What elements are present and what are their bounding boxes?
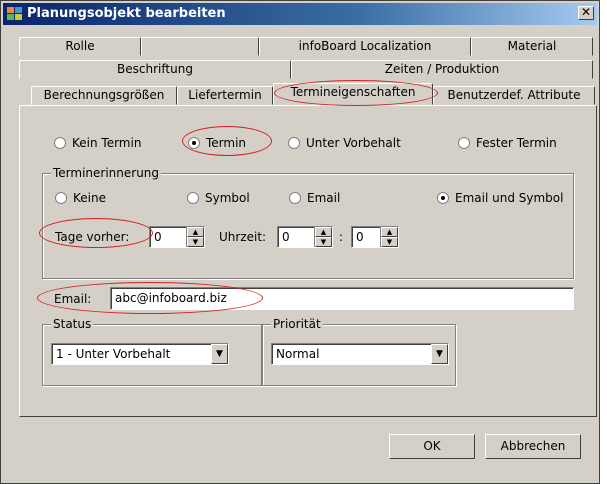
radio-label: Symbol [205,191,250,205]
spin-down-icon[interactable]: ▼ [315,237,332,247]
tab-rolle[interactable]: Rolle [19,37,141,56]
ok-button[interactable]: OK [389,434,475,459]
terminerinnerung-legend: Terminerinnerung [51,166,162,180]
tage-vorher-label: Tage vorher: [55,230,130,244]
minute-value: 0 [356,230,364,244]
time-colon: : [339,230,344,244]
hour-value: 0 [282,230,290,244]
email-field[interactable]: abc@infoboard.biz [110,287,574,310]
spin-up-icon[interactable]: ▲ [381,227,398,237]
tab-benutzerdef-attribute[interactable]: Benutzerdef. Attribute [433,86,595,105]
tab-infoboard-localization[interactable]: infoBoard Localization [259,37,471,56]
radio-dot-selected [437,192,449,204]
prioritaet-value: Normal [276,347,320,361]
prioritaet-select[interactable]: Normal ▼ [271,343,449,365]
radio-fester-termin[interactable]: Fester Termin [458,136,557,150]
terminerinnerung-group: Terminerinnerung Keine Symbol Email Emai… [42,166,574,279]
radio-keine[interactable]: Keine [55,191,106,205]
radio-dot-selected [188,137,200,149]
radio-label: Fester Termin [476,136,557,150]
radio-label: Kein Termin [72,136,142,150]
tab-panel: Kein Termin Termin Unter Vorbehalt Feste… [19,105,597,417]
radio-dot [458,137,470,149]
close-button[interactable]: ✕ [578,6,594,20]
app-icon [7,7,23,21]
title-bar[interactable]: Planungsobjekt bearbeiten ✕ [3,3,597,25]
dialog-window: Planungsobjekt bearbeiten ✕ Rolle infoBo… [0,0,600,484]
status-group: Status 1 - Unter Vorbehalt ▼ [42,317,262,386]
radio-dot [187,192,199,204]
tab-beschriftung[interactable]: Beschriftung [19,60,291,79]
status-value: 1 - Unter Vorbehalt [56,347,171,361]
window-title: Planungsobjekt bearbeiten [27,6,226,21]
tab-material[interactable]: Material [471,37,593,56]
radio-unter-vorbehalt[interactable]: Unter Vorbehalt [288,136,401,150]
radio-label: Email [307,191,341,205]
spin-up-icon[interactable]: ▲ [315,227,332,237]
tab-liefertermin[interactable]: Liefertermin [177,86,273,105]
radio-label: Email und Symbol [455,191,564,205]
minute-spinner[interactable]: ▲ ▼ [380,227,398,247]
tab-termineigenschaften[interactable]: Termineigenschaften [273,83,433,105]
tage-vorher-stepper[interactable]: 0 ▲ ▼ [149,226,205,248]
radio-dot [288,137,300,149]
radio-dot [289,192,301,204]
spin-down-icon[interactable]: ▼ [187,237,204,247]
radio-label: Unter Vorbehalt [306,136,401,150]
chevron-down-icon[interactable]: ▼ [211,344,228,364]
prioritaet-legend: Priorität [271,317,323,331]
tage-vorher-value: 0 [154,230,162,244]
radio-termin[interactable]: Termin [188,136,246,150]
hour-stepper[interactable]: 0 ▲ ▼ [277,226,333,248]
radio-dot [55,192,67,204]
radio-kein-termin[interactable]: Kein Termin [54,136,141,150]
radio-label: Termin [206,136,247,150]
tab-zeiten-produktion[interactable]: Zeiten / Produktion [291,60,593,79]
tage-vorher-spinner[interactable]: ▲ ▼ [186,227,204,247]
cancel-button[interactable]: Abbrechen [485,434,581,459]
radio-dot [54,137,66,149]
status-legend: Status [51,317,94,331]
spin-down-icon[interactable]: ▼ [381,237,398,247]
radio-symbol[interactable]: Symbol [187,191,250,205]
status-select[interactable]: 1 - Unter Vorbehalt ▼ [51,343,229,365]
minute-stepper[interactable]: 0 ▲ ▼ [351,226,399,248]
prioritaet-group: Priorität Normal ▼ [262,317,456,386]
chevron-down-icon[interactable]: ▼ [431,344,448,364]
email-label: Email: [54,292,92,306]
tab-blank[interactable] [141,37,259,56]
hour-spinner[interactable]: ▲ ▼ [314,227,332,247]
spin-up-icon[interactable]: ▲ [187,227,204,237]
radio-email-und-symbol[interactable]: Email und Symbol [437,191,563,205]
uhrzeit-label: Uhrzeit: [219,230,267,244]
radio-label: Keine [73,191,106,205]
radio-email[interactable]: Email [289,191,340,205]
tab-berechnungsgroessen[interactable]: Berechnungsgrößen [31,86,177,105]
